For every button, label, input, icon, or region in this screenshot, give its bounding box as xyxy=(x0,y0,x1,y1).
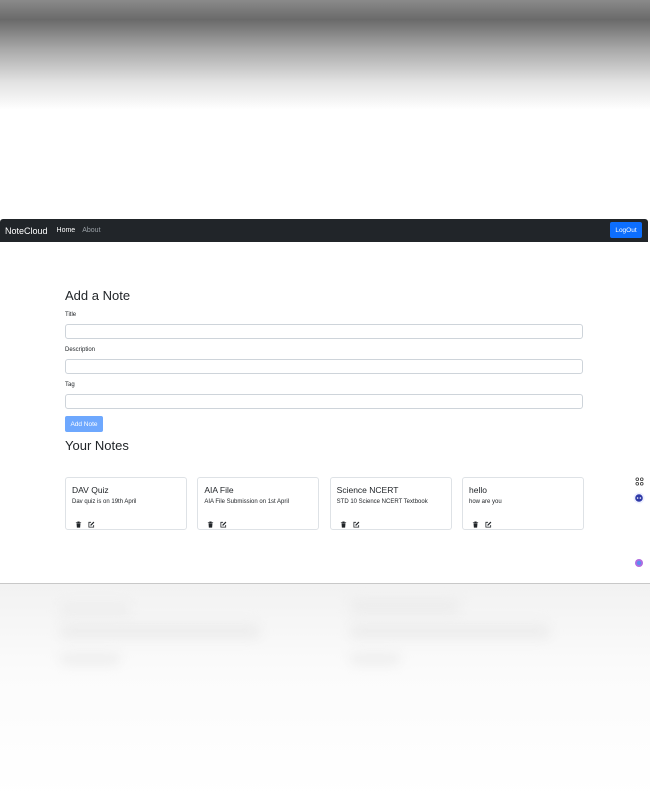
description-input[interactable] xyxy=(65,359,583,374)
title-input[interactable] xyxy=(65,324,583,339)
extension-icon[interactable] xyxy=(633,475,645,487)
edit-icon[interactable] xyxy=(353,515,360,528)
brand-logo[interactable]: NoteCloud xyxy=(5,226,48,236)
add-note-button[interactable]: Add Note xyxy=(65,416,103,432)
edit-icon[interactable] xyxy=(220,515,227,528)
edit-icon[interactable] xyxy=(485,515,492,528)
note-title: DAV Quiz xyxy=(72,485,109,495)
trash-icon[interactable] xyxy=(75,515,82,528)
note-card: Science NCERT STD 10 Science NCERT Textb… xyxy=(329,477,452,530)
note-description: Dav quiz is on 19th April xyxy=(72,499,137,505)
trash-icon[interactable] xyxy=(472,515,479,528)
tag-input[interactable] xyxy=(65,394,583,409)
notes-list: DAV Quiz Dav quiz is on 19th April AIA F… xyxy=(65,477,584,530)
trash-icon[interactable] xyxy=(340,515,347,528)
logout-button[interactable]: LogOut xyxy=(610,222,642,238)
nav-link-home[interactable]: Home xyxy=(57,227,76,234)
note-description: STD 10 Science NCERT Textbook xyxy=(336,499,428,505)
ai-icon[interactable] xyxy=(633,557,645,569)
note-card: hello how are you xyxy=(461,477,584,530)
tag-label: Tag xyxy=(65,382,75,388)
description-label: Description xyxy=(65,347,96,353)
bot-icon[interactable] xyxy=(633,492,645,504)
navbar: NoteCloud Home About LogOut xyxy=(0,219,648,242)
trash-icon[interactable] xyxy=(207,515,214,528)
edit-icon[interactable] xyxy=(88,515,95,528)
note-title: Science NCERT xyxy=(336,485,399,495)
your-notes-heading: Your Notes xyxy=(65,438,129,453)
note-description: AIA File Submission on 1st April xyxy=(204,499,290,505)
add-note-heading: Add a Note xyxy=(65,288,131,303)
nav-link-about[interactable]: About xyxy=(82,227,100,234)
blurred-background-bottom xyxy=(0,583,650,800)
note-description: how are you xyxy=(468,499,502,505)
note-card: AIA File AIA File Submission on 1st Apri… xyxy=(197,477,320,530)
blurred-background-top xyxy=(0,0,650,110)
note-title: AIA File xyxy=(204,485,234,495)
title-label: Title xyxy=(65,312,77,318)
note-title: hello xyxy=(468,485,487,495)
note-card: DAV Quiz Dav quiz is on 19th April xyxy=(65,477,187,530)
